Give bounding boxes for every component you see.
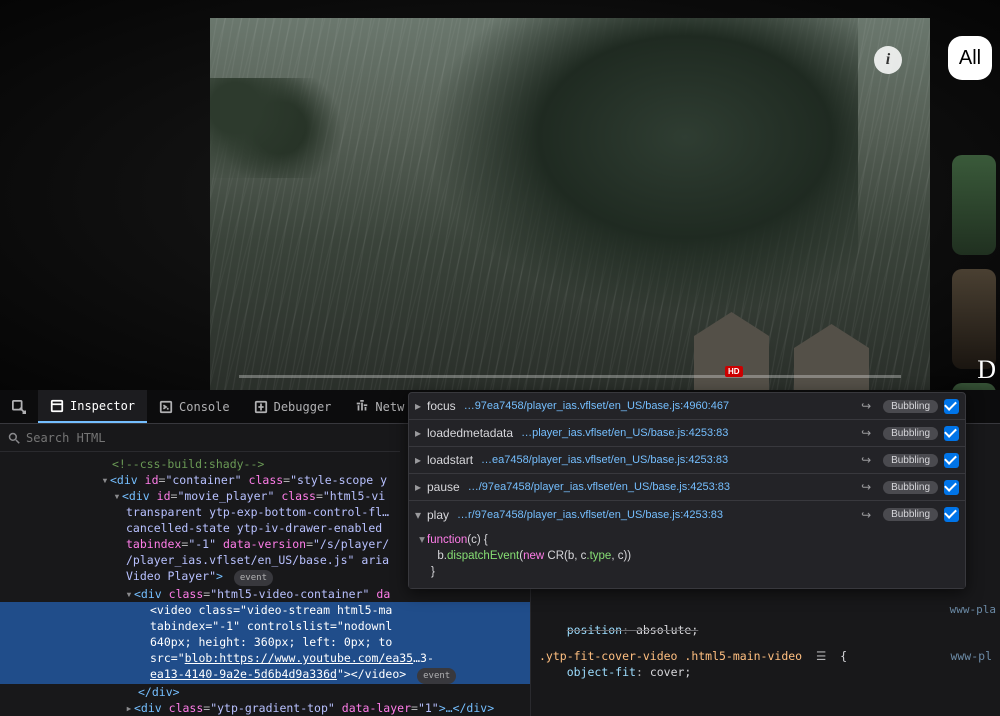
- twisty-icon[interactable]: ▾: [112, 488, 122, 504]
- twisty-icon[interactable]: ▾: [100, 472, 110, 488]
- event-listener-row[interactable]: ▸pause …/97ea7458/player_ias.vflset/en_US…: [409, 474, 965, 501]
- css-specificity-icon: ☰: [816, 649, 826, 663]
- event-enabled-checkbox[interactable]: [944, 453, 959, 468]
- video-scene-trees: [426, 18, 858, 316]
- event-name: pause: [427, 480, 460, 494]
- event-source-link[interactable]: …/97ea7458/player_ias.vflset/en_US/base.…: [468, 481, 861, 493]
- html-close-tag: </div>: [138, 685, 180, 699]
- event-handler-source: ▾function(c) { b.dispatchEvent(new CR(b,…: [409, 528, 965, 588]
- twisty-icon[interactable]: ▸: [124, 700, 134, 716]
- twisty-icon[interactable]: ▸: [415, 399, 427, 413]
- event-listener-row[interactable]: ▸focus …97ea7458/player_ias.vflset/en_US/…: [409, 393, 965, 420]
- goto-source-icon[interactable]: ↪: [861, 399, 877, 413]
- css-source-link[interactable]: www-pl: [950, 648, 992, 664]
- tab-console[interactable]: Console: [147, 390, 242, 423]
- goto-source-icon[interactable]: ↪: [861, 480, 877, 494]
- suggestion-thumb[interactable]: [952, 269, 996, 369]
- tab-inspector[interactable]: Inspector: [38, 390, 147, 423]
- goto-source-icon[interactable]: ↪: [861, 508, 877, 522]
- twisty-icon[interactable]: ▸: [415, 453, 427, 467]
- event-name: loadedmetadata: [427, 426, 513, 440]
- event-enabled-checkbox[interactable]: [944, 480, 959, 495]
- hd-badge: HD: [725, 366, 743, 377]
- html-search-bar: [0, 424, 400, 452]
- twisty-icon[interactable]: ▸: [415, 426, 427, 440]
- tab-debugger-label: Debugger: [274, 400, 332, 414]
- twisty-icon[interactable]: ▾: [417, 532, 427, 548]
- video-progress-bar[interactable]: [239, 375, 901, 378]
- element-picker-button[interactable]: [0, 390, 38, 423]
- event-phase-badge: Bubbling: [883, 508, 938, 521]
- video-suggestions-rail: D: [952, 155, 1000, 413]
- suggestion-letter: D: [977, 355, 996, 385]
- goto-source-icon[interactable]: ↪: [861, 426, 877, 440]
- event-phase-badge: Bubbling: [883, 427, 938, 440]
- video-player[interactable]: i: [210, 18, 930, 390]
- tab-inspector-label: Inspector: [70, 399, 135, 413]
- event-listener-row[interactable]: ▸loadstart …ea7458/player_ias.vflset/en_U…: [409, 447, 965, 474]
- page-video-region: i HD All D: [0, 0, 1000, 390]
- html-search-input[interactable]: [26, 431, 392, 445]
- html-attr-continuation: transparent ytp-exp-bottom-control-fl…: [126, 505, 389, 519]
- event-phase-badge: Bubbling: [883, 454, 938, 467]
- tab-network[interactable]: Netw: [343, 390, 416, 423]
- suggestion-thumb[interactable]: D: [952, 155, 996, 255]
- video-scene-leaves: [210, 78, 340, 178]
- event-enabled-checkbox[interactable]: [944, 426, 959, 441]
- twisty-icon[interactable]: ▾: [124, 586, 134, 602]
- event-enabled-checkbox[interactable]: [944, 507, 959, 522]
- event-name: focus: [427, 399, 456, 413]
- selected-node[interactable]: <video class="video-stream html5-ma: [0, 602, 530, 618]
- event-listener-row[interactable]: ▾play …r/97ea7458/player_ias.vflset/en_US…: [409, 501, 965, 528]
- event-phase-badge: Bubbling: [883, 400, 938, 413]
- css-selector: .ytp-fit-cover-video .html5-main-video: [539, 649, 802, 663]
- twisty-icon[interactable]: ▾: [415, 508, 427, 522]
- event-source-link[interactable]: …player_ias.vflset/en_US/base.js:4253:83: [521, 427, 861, 439]
- css-source-link[interactable]: www-pla: [950, 602, 996, 618]
- event-name: loadstart: [427, 453, 473, 467]
- tab-network-label: Netw: [375, 400, 404, 414]
- event-source-link[interactable]: …97ea7458/player_ias.vflset/en_US/base.j…: [464, 400, 861, 412]
- event-phase-badge: Bubbling: [883, 481, 938, 494]
- event-source-link[interactable]: …ea7458/player_ias.vflset/en_US/base.js:…: [481, 454, 861, 466]
- event-bubble[interactable]: event: [417, 668, 456, 684]
- search-icon: [8, 432, 20, 444]
- event-name: play: [427, 508, 449, 522]
- goto-source-icon[interactable]: ↪: [861, 453, 877, 467]
- event-listener-row[interactable]: ▸loadedmetadata …player_ias.vflset/en_US/…: [409, 420, 965, 447]
- html-attr-continuation: /player_ias.vflset/en_US/base.js" aria: [126, 553, 389, 567]
- html-comment: <!--css-build:shady-->: [112, 457, 264, 471]
- event-bubble[interactable]: event: [234, 570, 273, 586]
- event-listeners-popup: ▸focus…97ea7458/player_ias.vflset/en_US/…: [408, 392, 966, 589]
- tab-debugger[interactable]: Debugger: [242, 390, 344, 423]
- event-enabled-checkbox[interactable]: [944, 399, 959, 414]
- event-source-link[interactable]: …r/97ea7458/player_ias.vflset/en_US/base…: [457, 509, 861, 521]
- filter-all-chip[interactable]: All: [948, 36, 992, 80]
- twisty-icon[interactable]: ▸: [415, 480, 427, 494]
- info-icon[interactable]: i: [874, 46, 902, 74]
- tab-console-label: Console: [179, 400, 230, 414]
- html-attr-continuation: cancelled-state ytp-iv-drawer-enabled: [126, 521, 382, 535]
